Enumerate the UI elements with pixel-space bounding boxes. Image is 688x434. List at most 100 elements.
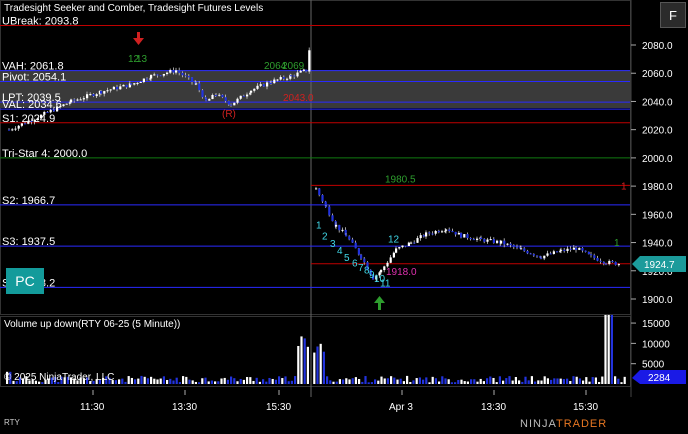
ninjatrader-logo: NINJATRADER bbox=[520, 418, 607, 430]
volume-bar bbox=[540, 380, 543, 384]
price-tick-label: 1900.0 bbox=[642, 295, 673, 306]
candle-body bbox=[357, 248, 360, 255]
candle-body bbox=[549, 253, 552, 255]
volume-bar bbox=[569, 381, 572, 384]
candle-body bbox=[215, 95, 218, 97]
level-1980-label: 1980.5 bbox=[385, 174, 416, 185]
candle-body bbox=[512, 245, 515, 247]
candle-body bbox=[89, 94, 92, 96]
volume-tick-label: 15000 bbox=[642, 319, 670, 330]
time-tick-label: 11:30 bbox=[80, 402, 105, 413]
price-tick-label: 1940.0 bbox=[642, 239, 673, 250]
candle-body bbox=[599, 260, 602, 262]
candle-body bbox=[112, 86, 115, 90]
volume-bar bbox=[284, 376, 287, 384]
candle-body bbox=[103, 91, 106, 94]
volume-bar bbox=[498, 376, 501, 384]
volume-bar bbox=[406, 375, 409, 384]
price-tick-label: 2080.0 bbox=[642, 41, 673, 52]
volume-bar bbox=[156, 379, 159, 384]
volume-bar bbox=[242, 379, 245, 384]
brand-suffix: TRADER bbox=[555, 418, 608, 430]
volume-bar bbox=[358, 379, 361, 384]
time-axis: 11:30 13:30 15:30 Apr 3 13:30 15:30 bbox=[80, 390, 598, 413]
seek-count: 3 bbox=[330, 239, 336, 250]
volume-bar bbox=[422, 379, 425, 384]
price-chart[interactable]: UBreak: 2093.8VAH: 2061.8Pivot: 2054.1LP… bbox=[0, 0, 688, 434]
volume-bar bbox=[438, 381, 441, 384]
volume-bar bbox=[495, 382, 498, 384]
candle-body bbox=[59, 106, 62, 108]
volume-bar bbox=[473, 379, 476, 384]
candle-body bbox=[159, 75, 162, 77]
candle-body bbox=[392, 252, 395, 258]
volume-bar bbox=[585, 377, 588, 384]
candle-body bbox=[503, 240, 506, 245]
candle-body bbox=[250, 90, 253, 93]
candle-body bbox=[578, 247, 581, 250]
candle-body bbox=[82, 98, 85, 100]
time-tick-label: 15:30 bbox=[573, 402, 598, 413]
volume-bar bbox=[543, 376, 546, 384]
candle-body bbox=[441, 231, 444, 233]
candle-body bbox=[49, 109, 52, 113]
volume-bar bbox=[342, 379, 345, 384]
candle-body bbox=[492, 239, 495, 243]
pc-badge[interactable]: PC bbox=[6, 268, 44, 294]
volume-bar bbox=[482, 381, 485, 384]
volume-bar bbox=[553, 378, 556, 384]
candle-body bbox=[380, 270, 383, 273]
time-tick-label: 13:30 bbox=[172, 402, 197, 413]
volume-bar bbox=[425, 377, 428, 384]
candle-body bbox=[27, 120, 30, 124]
candle-body bbox=[593, 255, 596, 258]
time-tick-label: Apr 3 bbox=[389, 402, 413, 413]
candle-body bbox=[605, 263, 608, 265]
volume-bar bbox=[159, 378, 162, 384]
volume-bar bbox=[319, 343, 322, 384]
volume-bar bbox=[236, 381, 239, 384]
candle-body bbox=[40, 114, 43, 119]
volume-bar bbox=[572, 376, 575, 384]
candle-body bbox=[172, 69, 175, 73]
candle-body bbox=[262, 84, 265, 87]
volume-bar bbox=[143, 376, 146, 384]
volume-bar bbox=[326, 376, 329, 384]
volume-bar bbox=[316, 346, 319, 384]
candle-body bbox=[70, 99, 73, 103]
volume-bar bbox=[492, 377, 495, 384]
volume-bar bbox=[303, 338, 306, 384]
candle-body bbox=[523, 248, 526, 251]
symbol-label: RTY bbox=[4, 418, 20, 427]
volume-bar bbox=[463, 381, 466, 384]
candle-body bbox=[184, 75, 187, 77]
candle-body bbox=[139, 81, 142, 83]
candle-body bbox=[146, 78, 149, 80]
level-label: UBreak: 2093.8 bbox=[2, 16, 78, 28]
volume-bar bbox=[223, 377, 226, 384]
candle-body bbox=[56, 106, 59, 112]
volume-bar bbox=[140, 375, 143, 384]
candle-body bbox=[416, 238, 419, 243]
chart-title: Tradesight Seeker and Comber, Tradesight… bbox=[4, 3, 264, 14]
volume-bar bbox=[380, 376, 383, 384]
price-tick-label: 1960.0 bbox=[642, 210, 673, 221]
candle-body bbox=[318, 188, 321, 195]
candle-body bbox=[290, 75, 293, 77]
brand-prefix: NINJA bbox=[520, 418, 556, 430]
candle-body bbox=[153, 74, 156, 76]
candle-body bbox=[389, 257, 392, 263]
volume-bar bbox=[527, 380, 530, 384]
candle-body bbox=[46, 111, 49, 113]
candle-body bbox=[448, 229, 451, 232]
candle-body bbox=[602, 261, 605, 264]
volume-bar bbox=[175, 377, 178, 384]
candle-body bbox=[293, 75, 296, 77]
candle-body bbox=[460, 232, 463, 238]
comber-count: 2069 bbox=[282, 61, 305, 72]
volume-bar bbox=[566, 378, 569, 384]
f-button[interactable]: F bbox=[660, 2, 686, 28]
candle-body bbox=[546, 253, 549, 256]
volume-bar bbox=[226, 379, 229, 384]
volume-tick-label: 10000 bbox=[642, 339, 670, 350]
